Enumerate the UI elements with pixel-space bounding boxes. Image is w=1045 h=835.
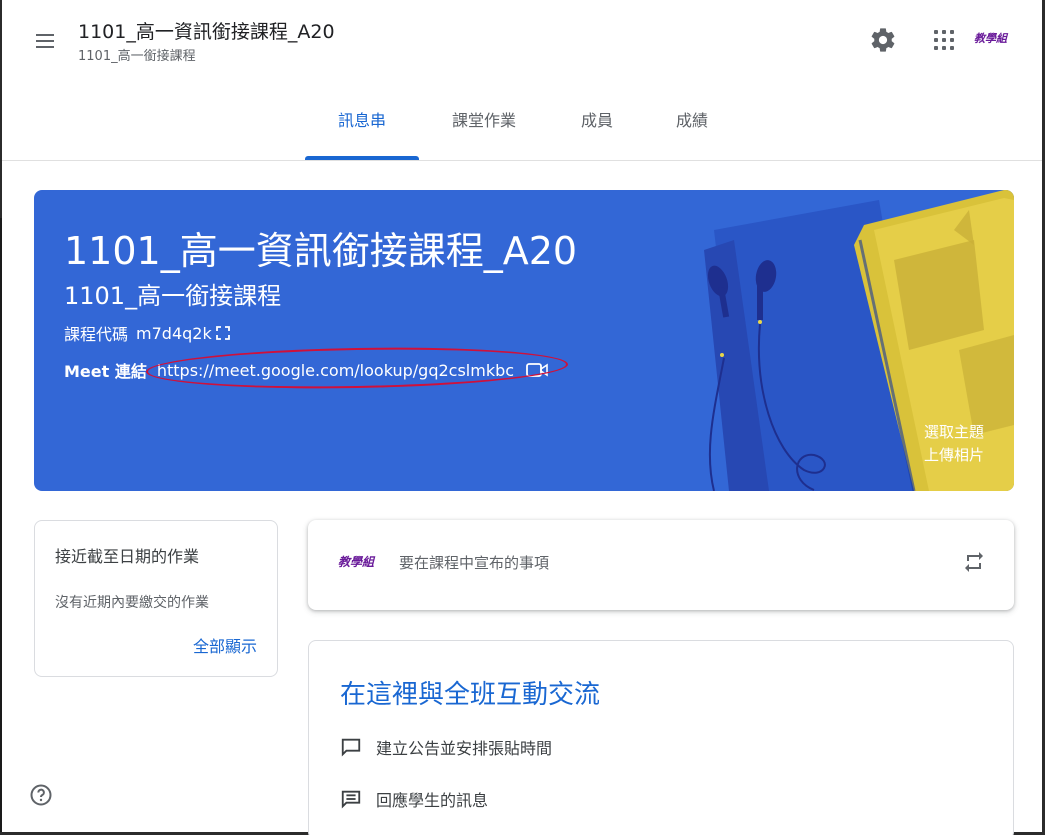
class-code-value[interactable]: m7d4q2k <box>136 324 212 343</box>
tab-label: 訊息串 <box>337 111 386 130</box>
course-subtitle: 1101_高一銜接課程 <box>78 49 196 64</box>
user-avatar: 教學組 <box>338 555 375 569</box>
video-camera-icon[interactable] <box>526 362 548 378</box>
window-frame-left-lower <box>0 218 2 835</box>
top-app-bar: 1101_高一資訊銜接課程_A20 1101_高一銜接課程 教學組 訊息串 課堂… <box>2 0 1042 161</box>
tab-label: 成員 <box>580 111 613 130</box>
tab-stream[interactable]: 訊息串 <box>305 96 419 160</box>
tab-label: 成績 <box>675 111 708 130</box>
tab-grades[interactable]: 成績 <box>662 96 722 160</box>
active-tab-indicator <box>305 156 419 160</box>
course-title[interactable]: 1101_高一資訊銜接課程_A20 <box>78 17 335 44</box>
upcoming-title: 接近截至日期的作業 <box>55 547 200 566</box>
meet-link-row: Meet 連結 https://meet.google.com/lookup/g… <box>64 358 548 382</box>
menu-icon-bar <box>36 46 54 48</box>
stream-tip-item: 建立公告並安排張貼時間 <box>340 735 552 759</box>
upcoming-work-card: 接近截至日期的作業 沒有近期內要繳交的作業 全部顯示 <box>34 520 278 677</box>
stream-tip-label: 回應學生的訊息 <box>376 791 489 810</box>
meet-link[interactable]: https://meet.google.com/lookup/gq2cslmkb… <box>157 361 514 380</box>
banner-course-subtitle: 1101_高一銜接課程 <box>64 282 282 310</box>
select-theme-link[interactable]: 選取主題 <box>924 421 984 444</box>
announcement-icon <box>341 738 361 757</box>
repost-icon[interactable] <box>962 550 986 574</box>
view-all-link[interactable]: 全部顯示 <box>193 633 257 657</box>
stream-tip-item: 回應學生的訊息 <box>340 787 488 811</box>
banner-theme-links: 選取主題 上傳相片 <box>924 421 984 467</box>
fullscreen-expand-icon[interactable] <box>215 326 230 340</box>
upcoming-empty-text: 沒有近期內要繳交的作業 <box>55 595 209 611</box>
stream-intro-title: 在這裡與全班互動交流 <box>340 680 601 710</box>
announce-placeholder: 要在課程中宣布的事項 <box>399 554 550 572</box>
menu-icon-bar <box>36 40 54 42</box>
tab-classwork[interactable]: 課堂作業 <box>439 96 529 160</box>
tab-label: 課堂作業 <box>451 111 516 130</box>
class-code-row: 課程代碼 m7d4q2k <box>64 321 230 345</box>
meet-link-label: Meet 連結 <box>64 362 147 381</box>
tab-people[interactable]: 成員 <box>567 96 627 160</box>
help-icon[interactable] <box>29 783 53 807</box>
announce-box[interactable]: 教學組 要在課程中宣布的事項 <box>308 520 1014 610</box>
settings-gear-icon[interactable] <box>869 26 897 54</box>
main-menu-button[interactable] <box>28 24 62 58</box>
apps-grid-icon[interactable] <box>932 28 956 52</box>
banner-course-title: 1101_高一資訊銜接課程_A20 <box>64 229 578 273</box>
class-code-label: 課程代碼 <box>64 325 129 344</box>
class-tabs: 訊息串 課堂作業 成員 成績 <box>2 96 1042 160</box>
menu-icon-bar <box>36 34 54 36</box>
class-banner: 1101_高一資訊銜接課程_A20 1101_高一銜接課程 課程代碼 m7d4q… <box>34 190 1014 491</box>
message-icon <box>341 790 361 809</box>
account-avatar[interactable]: 教學組 <box>974 30 1007 46</box>
stream-tip-label: 建立公告並安排張貼時間 <box>376 739 553 758</box>
stream-intro-card: 在這裡與全班互動交流 建立公告並安排張貼時間 回應學生的訊息 <box>308 640 1014 835</box>
upload-photo-link[interactable]: 上傳相片 <box>924 444 984 467</box>
